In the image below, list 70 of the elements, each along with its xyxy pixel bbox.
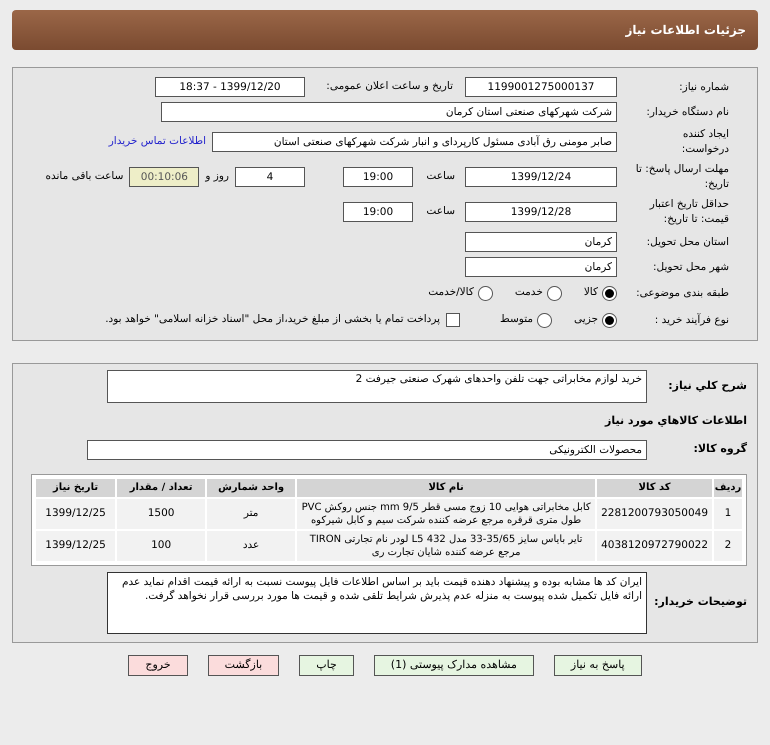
- text-field[interactable]: کرمان: [465, 232, 617, 252]
- field-label: نوع فرآیند خرید :: [654, 312, 729, 328]
- table-cell: 1399/12/25: [35, 530, 116, 562]
- field-label: شماره نیاز:: [678, 80, 729, 94]
- radio-button[interactable]: [478, 286, 493, 300]
- radio-label: جزیی: [574, 312, 598, 328]
- field-label: روز و: [205, 169, 229, 184]
- field-label: تاریخ و ساعت اعلان عمومی:: [325, 79, 453, 94]
- radio-label: خدمت: [514, 285, 543, 300]
- text-field[interactable]: 00:10:06: [129, 167, 200, 187]
- table-cell: 4038120972790022: [596, 530, 713, 562]
- radio-button[interactable]: [537, 312, 552, 328]
- description-field[interactable]: خرید لوازم مخابراتی جهت تلفن واحدهای شهرک صنعتی جیرفت 2: [107, 370, 647, 403]
- column-header: کد کالا: [596, 478, 713, 498]
- table-cell: 2281200793050049: [596, 498, 713, 530]
- table-cell: متر: [206, 498, 296, 530]
- radio-button[interactable]: [602, 286, 617, 300]
- action-button[interactable]: بازگشت: [208, 654, 280, 676]
- radio-button[interactable]: [546, 286, 562, 300]
- table-cell: کابل مخابراتی هوایی 10 زوج مسی قطر 9/5 mm جنس روکش PVC طول متری قرقره مرجع عرضه کننده شرکت سیم و کابل شیرکوه: [296, 498, 596, 530]
- radio-label: متوسط: [500, 312, 534, 328]
- text-field[interactable]: شرکت شهرکهای صنعتی استان کرمان: [161, 102, 617, 122]
- buyer-notes-field[interactable]: ایران کد ها مشابه بوده و پیشنهاد دهنده قیمت باید بر اساس اطلاعات فایل پیوست نسبت به ارائه قیمت اقدام نماید عدم ارائه فایل تکمیل شده پیوست به منزله عدم پذیرش شرایط تلقی شده و قیمت ها مورد بررسی قرار نخواهد گرفت.: [107, 572, 647, 634]
- field-label: ساعت باقی مانده: [45, 169, 124, 184]
- table-cell: 2: [713, 530, 743, 562]
- field-label: ساعت: [425, 169, 455, 184]
- action-button[interactable]: پاسخ به نیاز: [554, 654, 642, 676]
- text-field[interactable]: 1399/12/20 - 18:37: [155, 77, 305, 97]
- table-cell: 100: [116, 530, 206, 562]
- action-button[interactable]: مشاهده مدارک پیوستی (1): [374, 654, 534, 676]
- field-label: شرح کلي نياز:: [667, 378, 747, 394]
- page-title: جزئیات اطلاعات نیاز: [625, 22, 746, 39]
- checkbox-label: پرداخت تمام یا بخشی از مبلغ خرید،از محل "اسناد خزانه اسلامی" خواهد بود.: [105, 312, 440, 328]
- column-header: نام کالا: [296, 478, 596, 498]
- field-label: استان محل تحویل:: [646, 234, 729, 250]
- table-cell: عدد: [206, 530, 296, 562]
- field-label: مهلت ارسال پاسخ: تا تاریخ:: [634, 162, 729, 192]
- table-cell: 1: [713, 498, 743, 530]
- text-field[interactable]: 1199001275000137: [465, 77, 617, 97]
- section-heading: اطلاعات کالاهاي مورد نياز: [604, 413, 747, 429]
- action-button[interactable]: چاپ: [299, 654, 354, 676]
- column-header: ردیف: [713, 478, 743, 498]
- field-label: حداقل تاریخ اعتبار قیمت: تا تاریخ:: [648, 197, 729, 227]
- column-header: واحد شمارش: [206, 478, 296, 498]
- table-cell: 1500: [116, 498, 206, 530]
- text-field[interactable]: محصولات الکترونیکی: [87, 440, 647, 460]
- table-cell: تایر بایاس سایز 35/65-33 مدل 432 L5 لودر نام تجارتی TIRON مرجع عرضه کننده شایان تجارت ری: [296, 530, 596, 562]
- field-label: نام دستگاه خریدار:: [645, 104, 729, 120]
- field-label: ساعت: [425, 204, 455, 220]
- text-field[interactable]: 19:00: [343, 167, 413, 187]
- text-field[interactable]: 19:00: [343, 202, 413, 222]
- text-field[interactable]: 1399/12/24: [465, 167, 617, 187]
- field-label: گروه کالا:: [692, 441, 747, 458]
- field-label: ایجاد کننده درخواست:: [680, 127, 729, 157]
- checkbox[interactable]: [446, 313, 460, 327]
- radio-label: کالا/خدمت: [428, 285, 474, 300]
- column-header: تاریخ نیاز: [35, 478, 116, 498]
- buyer-contact-link[interactable]: اطلاعات تماس خریدار: [108, 134, 206, 150]
- radio-button[interactable]: [602, 312, 617, 328]
- field-label: طبقه بندی موضوعی:: [635, 286, 729, 300]
- field-label: شهر محل تحویل:: [652, 260, 729, 274]
- text-field[interactable]: صابر مومنی رق آبادی مسئول کارپردای و انبار شرکت شهرکهای صنعتی استان: [212, 132, 617, 152]
- column-header: تعداد / مقدار: [116, 478, 206, 498]
- text-field[interactable]: 1399/12/28: [465, 202, 617, 222]
- field-label: توضیحات خریدار:: [653, 594, 747, 610]
- table-cell: 1399/12/25: [35, 498, 116, 530]
- action-button[interactable]: خروج: [128, 654, 188, 676]
- text-field[interactable]: 4: [235, 167, 305, 187]
- text-field[interactable]: کرمان: [465, 257, 617, 277]
- radio-label: کالا: [584, 285, 598, 300]
